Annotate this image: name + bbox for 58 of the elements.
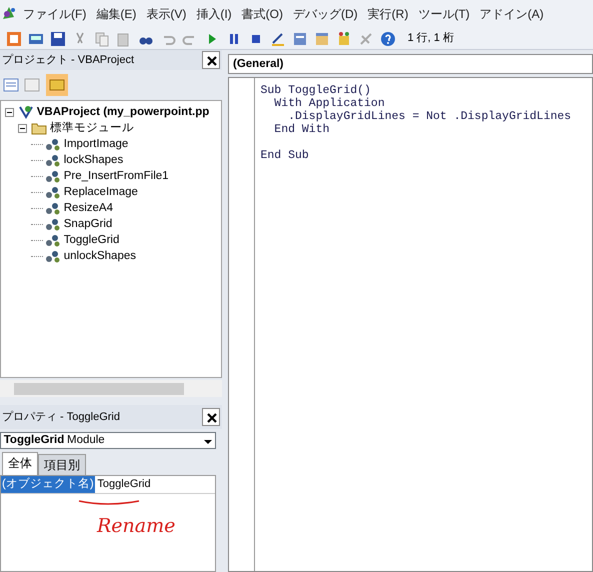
tree-item[interactable]: ResizeA4: [64, 200, 113, 216]
menu-item[interactable]: アドイン(A): [474, 0, 549, 28]
design-mode-icon[interactable]: [270, 30, 286, 46]
menu-item[interactable]: 挿入(I): [191, 0, 237, 28]
tree-item[interactable]: Pre_InsertFromFile1: [64, 168, 169, 184]
object-browser-icon[interactable]: [336, 30, 352, 46]
module-icon: [45, 200, 61, 216]
code-line: End With: [273, 122, 331, 136]
help-icon[interactable]: [380, 30, 396, 46]
tree-item[interactable]: SnapGrid: [64, 216, 112, 232]
menu-item[interactable]: 実行(R): [362, 0, 414, 28]
code-line: End Sub: [260, 148, 310, 162]
object-combobox[interactable]: (General): [228, 54, 593, 74]
project-explorer-icon[interactable]: [292, 30, 308, 46]
collapse-icon[interactable]: [18, 124, 27, 132]
menu-item[interactable]: 表示(V): [141, 0, 192, 28]
object-dropdown[interactable]: ToggleGrid Module: [0, 432, 216, 449]
tree-item[interactable]: lockShapes: [64, 152, 124, 168]
annotation-text: Rename: [97, 514, 176, 537]
property-value[interactable]: ToggleGrid: [94, 476, 151, 494]
pane-title: プロジェクト - VBAProject: [2, 52, 134, 68]
tree-item[interactable]: ReplaceImage: [64, 184, 138, 200]
tree-item[interactable]: ImportImage: [64, 136, 128, 152]
menu-item[interactable]: 編集(E): [91, 0, 142, 28]
properties-icon[interactable]: [314, 30, 330, 46]
view-host-icon[interactable]: [6, 30, 22, 46]
horizontal-scrollbar[interactable]: [0, 380, 222, 397]
tree-item[interactable]: unlockShapes: [64, 248, 136, 264]
cursor-position: 1 行, 1 桁: [408, 31, 454, 46]
underline-annotation: [77, 498, 141, 506]
module-icon: [45, 168, 61, 184]
module-icon: [45, 232, 61, 248]
tab[interactable]: 全体: [2, 452, 38, 475]
pane-title: プロパティ - ToggleGrid: [2, 410, 120, 425]
object-name: ToggleGrid: [4, 432, 64, 448]
menu-item[interactable]: ファイル(F): [18, 0, 92, 28]
menu-item[interactable]: 書式(O): [236, 0, 288, 28]
tab[interactable]: 項目別: [38, 454, 86, 475]
module-icon: [45, 184, 61, 200]
property-name[interactable]: (オブジェクト名): [1, 476, 95, 494]
save-icon[interactable]: [50, 30, 66, 46]
object-type: Module: [66, 432, 106, 448]
tree-item[interactable]: VBAProject (my_powerpoint.pp: [36, 104, 210, 120]
collapse-icon[interactable]: [5, 108, 14, 116]
tree-item[interactable]: 標準モジュール: [50, 120, 134, 136]
code-line: Sub ToggleGrid(): [260, 84, 372, 96]
module-icon: [45, 136, 61, 152]
menu-item[interactable]: ツール(T): [413, 0, 475, 28]
toggle-folders-icon[interactable]: [46, 74, 68, 96]
module-icon: [45, 248, 61, 264]
code-line: .DisplayGridLines = Not .DisplayGridLines: [287, 110, 572, 122]
tree-item[interactable]: ToggleGrid: [64, 232, 120, 248]
menu-item[interactable]: デバッグ(D): [288, 0, 363, 28]
module-icon: [45, 152, 61, 168]
module-icon: [45, 216, 61, 232]
project-icon: [18, 104, 34, 120]
view-code-icon[interactable]: [2, 77, 19, 93]
code-line: With Application: [273, 96, 386, 110]
